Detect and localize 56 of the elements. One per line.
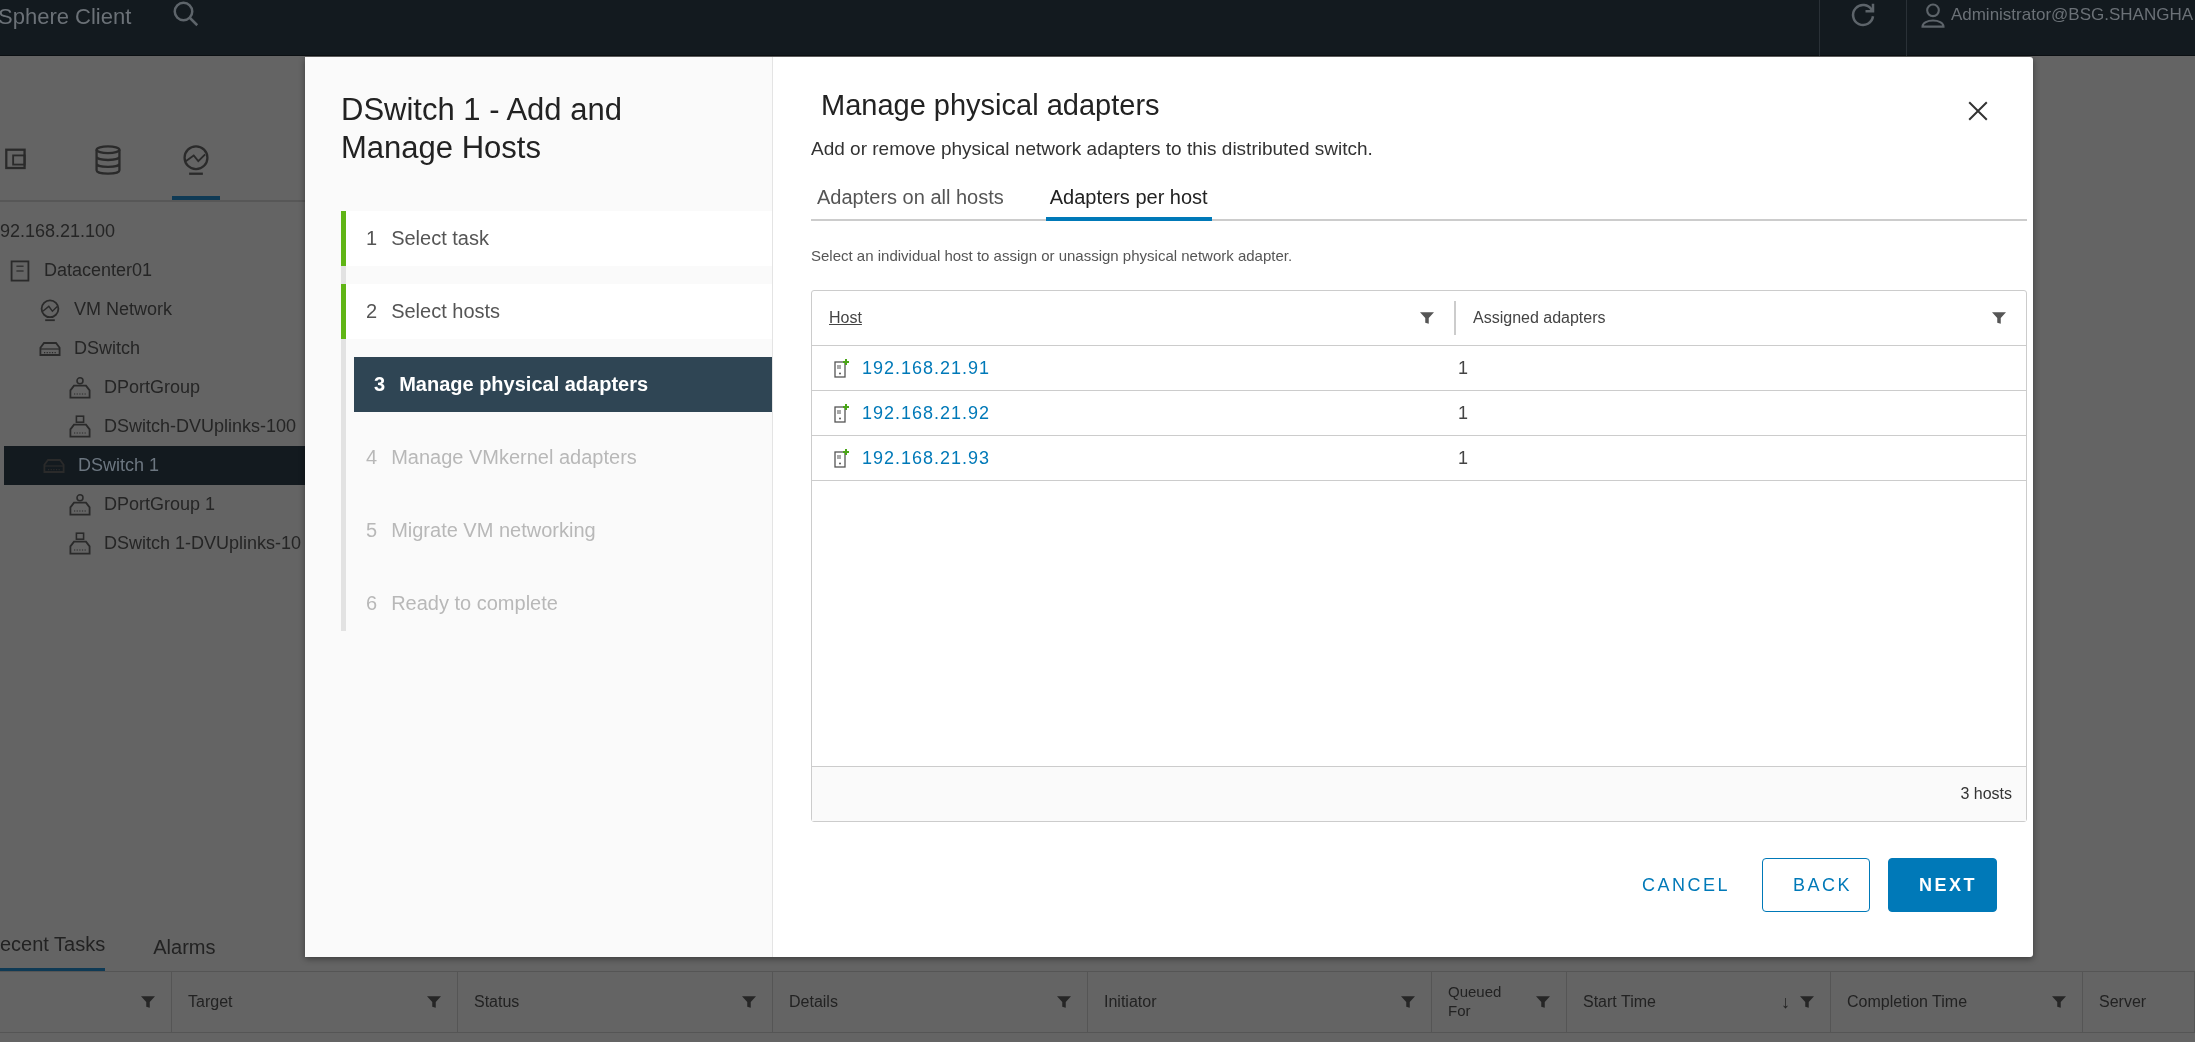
page-title: Manage physical adapters — [821, 89, 1161, 122]
host-link[interactable]: 192.168.21.91 — [862, 357, 991, 379]
column-header[interactable]: Start Time — [1583, 993, 1656, 1011]
tree-item[interactable]: 92.168.21.100 — [0, 212, 305, 251]
column-header[interactable]: Status — [474, 993, 520, 1011]
wizard-step[interactable]: 1 Select task — [341, 210, 772, 266]
tab[interactable]: Adapters on all hosts — [817, 178, 1004, 221]
host-link[interactable]: 192.168.21.92 — [862, 402, 991, 424]
tab[interactable]: Adapters per host — [1045, 178, 1212, 221]
instruction: Select an individual host to assign or unassign physical network adapter. — [811, 247, 1294, 264]
filter-icon[interactable] — [1992, 311, 2006, 325]
database-icon — [92, 144, 124, 176]
port-group-icon — [68, 492, 92, 517]
host-link[interactable]: 192.168.21.93 — [862, 447, 991, 469]
column-header[interactable]: Completion Time — [1847, 993, 1968, 1011]
column-header[interactable]: Details — [789, 993, 838, 1011]
column-header[interactable]: Queued For — [1448, 981, 1506, 1023]
host-add-icon — [834, 448, 850, 468]
next-button[interactable]: NEXT — [1888, 858, 1997, 912]
back-button[interactable]: BACK — [1762, 858, 1870, 912]
building-icon — [8, 258, 32, 283]
host-add-icon — [834, 358, 850, 378]
host-add-icon — [834, 403, 850, 423]
tree-item[interactable]: DSwitch 1 — [4, 446, 305, 485]
row-count: 3 hosts — [1960, 785, 2012, 803]
network-icon — [180, 144, 212, 176]
tree-item[interactable]: DSwitch-DVUplinks-100 — [0, 407, 305, 446]
wizard-step[interactable]: 2 Select hosts — [341, 283, 772, 339]
column-header[interactable]: Initiator — [1104, 993, 1157, 1011]
port-group-icon — [68, 414, 92, 439]
network-icon — [38, 297, 62, 322]
port-group-icon — [68, 531, 92, 556]
tree-item[interactable]: DSwitch 1-DVUplinks-10 — [0, 524, 305, 563]
column-header[interactable]: Assigned adapters — [1473, 309, 1606, 327]
column-header[interactable]: Target — [188, 993, 233, 1011]
panel-tab[interactable]: ecent Tasks — [0, 933, 106, 971]
tree-item[interactable]: DPortGroup 1 — [0, 485, 305, 524]
table-cell: 1 — [1458, 357, 1468, 379]
filter-icon[interactable] — [1420, 311, 1434, 325]
column-header[interactable]: Host — [829, 309, 862, 327]
wizard-step[interactable]: 3 Manage physical adapters — [354, 356, 772, 412]
tree-item[interactable]: DSwitch — [0, 329, 305, 368]
wizard-title: DSwitch 1 - Add and Manage Hosts — [340, 91, 623, 167]
column-header[interactable]: Server — [2099, 993, 2147, 1011]
cancel-button[interactable]: CANCEL — [1627, 858, 1744, 912]
tree-item[interactable]: DPortGroup — [0, 368, 305, 407]
tree-item[interactable]: Datacenter01 — [0, 251, 305, 290]
port-group-icon — [68, 375, 92, 400]
sort-arrow[interactable]: ↓ — [1781, 991, 1790, 1013]
close-icon[interactable] — [1967, 99, 1989, 122]
table-cell: 1 — [1458, 402, 1468, 424]
tree-item[interactable]: VM Network — [0, 290, 305, 329]
table-cell: 1 — [1458, 447, 1468, 469]
description: Add or remove physical network adapters to this distributed switch. — [811, 138, 1374, 160]
panel-tab[interactable]: Alarms — [153, 936, 216, 971]
user-name[interactable]: Administrator@BSG.SHANGHA — [1950, 4, 2193, 25]
